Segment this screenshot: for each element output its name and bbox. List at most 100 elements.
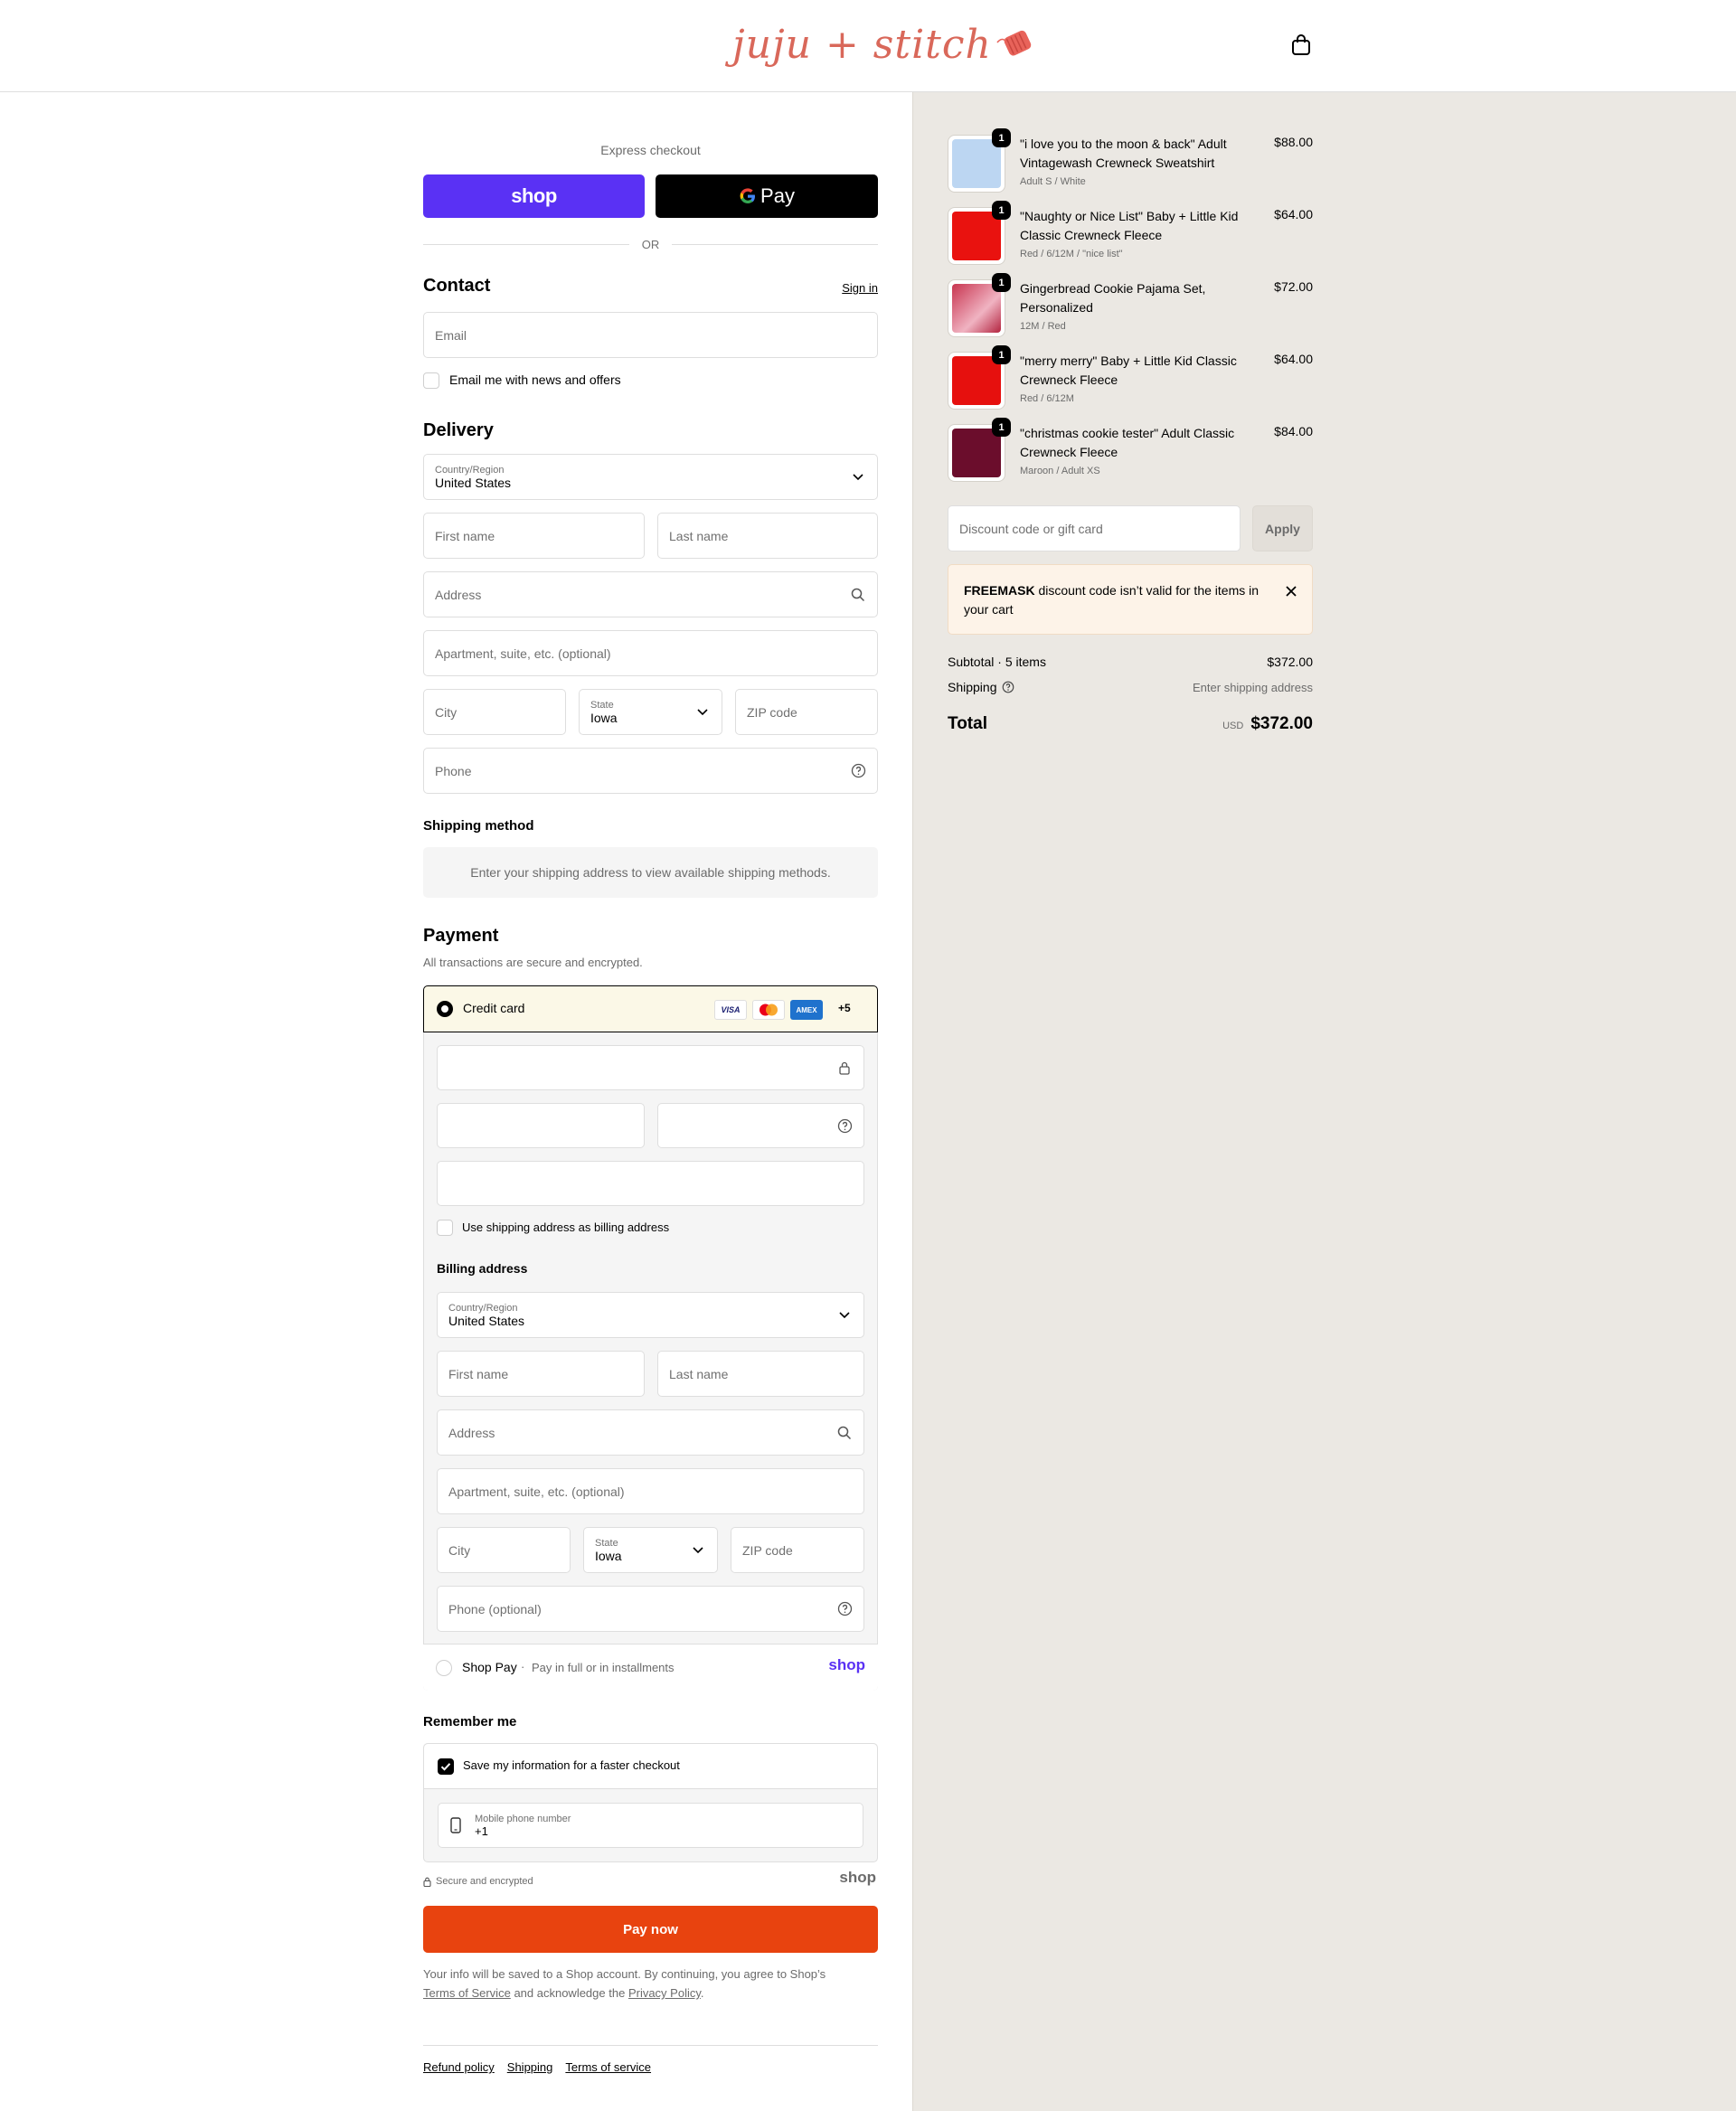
state-select[interactable]: State Iowa	[579, 689, 722, 735]
apply-label: Apply	[1265, 521, 1300, 536]
shipping-policy-link[interactable]: Shipping	[507, 2060, 553, 2074]
billing-address-heading: Billing address	[437, 1261, 528, 1276]
shipping-method-text: Enter your shipping address to view avai…	[470, 865, 831, 880]
cart-button[interactable]	[1291, 34, 1311, 56]
security-code-field[interactable]	[657, 1103, 864, 1148]
billing-country-label: Country/Region	[448, 1302, 518, 1314]
subtotal-value: $372.00	[1267, 655, 1313, 669]
shop-pay-description: Pay in full or in installments	[532, 1661, 675, 1674]
discount-code-placeholder: Discount code or gift card	[959, 521, 1103, 536]
billing-country-select[interactable]: Country/Region United States	[437, 1292, 864, 1338]
billing-city-field[interactable]: City	[437, 1527, 571, 1573]
billing-phone-field[interactable]: Phone (optional)	[437, 1586, 864, 1632]
expiration-date-field[interactable]	[437, 1103, 645, 1148]
header: juju + stitch	[0, 0, 1736, 92]
pay-now-label: Pay now	[623, 1921, 678, 1937]
shipping-value: Enter shipping address	[1193, 680, 1313, 694]
chevron-down-icon	[690, 1542, 706, 1559]
help-circle-icon[interactable]	[836, 1117, 853, 1134]
legal-text-3: .	[700, 1986, 704, 2000]
state-label: State	[590, 699, 614, 711]
billing-zip-placeholder: ZIP code	[742, 1542, 793, 1558]
terms-of-service-footer-link[interactable]: Terms of service	[565, 2060, 651, 2074]
legal-text-1: Your info will be saved to a Shop accoun…	[423, 1967, 826, 1981]
save-info-row: Save my information for a faster checkou…	[424, 1744, 877, 1789]
close-icon[interactable]	[1285, 583, 1297, 602]
country-label: Country/Region	[435, 464, 505, 476]
product-name: Gingerbread Cookie Pajama Set, Personali…	[1020, 281, 1206, 315]
save-info-checkbox[interactable]	[438, 1758, 454, 1775]
billing-last-name-field[interactable]: Last name	[657, 1351, 864, 1397]
privacy-policy-link[interactable]: Privacy Policy	[628, 1986, 701, 2000]
footer-links: Refund policy Shipping Terms of service	[423, 2060, 651, 2074]
billing-state-select[interactable]: State Iowa	[583, 1527, 718, 1573]
product-name: "Naughty or Nice List" Baby + Little Kid…	[1020, 209, 1239, 242]
first-name-field[interactable]: First name	[423, 513, 645, 559]
help-circle-icon[interactable]	[1002, 681, 1014, 693]
discount-code-input[interactable]: Discount code or gift card	[948, 505, 1241, 551]
product-name: "christmas cookie tester" Adult Classic …	[1020, 426, 1235, 459]
pay-now-button[interactable]: Pay now	[423, 1906, 878, 1953]
shop-pay-radio[interactable]	[436, 1660, 452, 1676]
cart-item: 1 "i love you to the moon & back" Adult …	[948, 128, 1313, 198]
zip-field[interactable]: ZIP code	[735, 689, 878, 735]
apply-discount-button[interactable]: Apply	[1252, 505, 1313, 551]
billing-apartment-field[interactable]: Apartment, suite, etc. (optional)	[437, 1468, 864, 1514]
mobile-phone-value: +1	[475, 1824, 488, 1838]
refund-policy-link[interactable]: Refund policy	[423, 2060, 495, 2074]
billing-address-field[interactable]: Address	[437, 1409, 864, 1456]
last-name-field[interactable]: Last name	[657, 513, 878, 559]
email-field[interactable]: Email	[423, 312, 878, 358]
shop-pay-express-button[interactable]: shop	[423, 174, 645, 218]
search-icon	[836, 1425, 853, 1441]
address-placeholder: Address	[435, 587, 482, 602]
billing-city-placeholder: City	[448, 1542, 471, 1558]
mobile-phone-icon	[450, 1817, 461, 1836]
help-circle-icon[interactable]	[850, 763, 866, 779]
billing-zip-field[interactable]: ZIP code	[731, 1527, 864, 1573]
shipping-method-message: Enter your shipping address to view avai…	[423, 847, 878, 898]
country-select[interactable]: Country/Region United States	[423, 454, 878, 500]
subtotal-row: Subtotal · 5 items $372.00	[948, 655, 1313, 669]
use-shipping-checkbox[interactable]	[437, 1220, 453, 1236]
more-cards-label: +5	[838, 1002, 851, 1014]
billing-phone-placeholder: Phone (optional)	[448, 1601, 542, 1616]
total-row: Total USD $372.00	[948, 714, 1313, 734]
terms-of-service-link[interactable]: Terms of Service	[423, 1986, 511, 2000]
shop-logo-text: shop	[511, 184, 557, 207]
billing-first-name-field[interactable]: First name	[437, 1351, 645, 1397]
google-g-icon	[740, 188, 756, 203]
mobile-phone-field[interactable]: Mobile phone number +1	[438, 1803, 863, 1848]
payment-heading: Payment	[423, 926, 499, 946]
email-placeholder: Email	[435, 327, 467, 343]
phone-field[interactable]: Phone	[423, 748, 878, 794]
product-variant: Red / 6/12M	[1020, 393, 1074, 404]
sign-in-link[interactable]: Sign in	[842, 281, 878, 295]
billing-state-value: Iowa	[595, 1548, 622, 1563]
cart-item: 1 "merry merry" Baby + Little Kid Classi…	[948, 345, 1313, 415]
address-field[interactable]: Address	[423, 571, 878, 617]
help-circle-icon[interactable]	[836, 1601, 853, 1617]
newsletter-label: Email me with news and offers	[449, 372, 621, 387]
apartment-placeholder: Apartment, suite, etc. (optional)	[435, 646, 611, 661]
newsletter-checkbox[interactable]	[423, 372, 439, 389]
remember-me-box: Save my information for a faster checkou…	[423, 1743, 878, 1862]
credit-card-radio[interactable]	[437, 1001, 453, 1017]
save-info-label: Save my information for a faster checkou…	[463, 1758, 680, 1772]
google-pay-button[interactable]: Pay	[656, 174, 878, 218]
card-number-field[interactable]	[437, 1045, 864, 1090]
chevron-down-icon	[836, 1307, 853, 1324]
store-logo[interactable]: juju + stitch	[732, 13, 1039, 76]
product-variant: Maroon / Adult XS	[1020, 466, 1100, 476]
product-variant: Adult S / White	[1020, 176, 1086, 187]
billing-country-value: United States	[448, 1313, 525, 1328]
visa-icon: VISA	[714, 1000, 747, 1020]
mobile-phone-label: Mobile phone number	[475, 1813, 571, 1824]
shop-pay-option[interactable]: Shop Pay · Pay in full or in installment…	[423, 1644, 878, 1691]
city-field[interactable]: City	[423, 689, 566, 735]
shipping-label: Shipping	[948, 680, 997, 694]
product-price: $64.00	[1274, 352, 1313, 366]
credit-card-option[interactable]: Credit card VISA AMEX +5	[423, 985, 878, 1032]
name-on-card-field[interactable]	[437, 1161, 864, 1206]
apartment-field[interactable]: Apartment, suite, etc. (optional)	[423, 630, 878, 676]
